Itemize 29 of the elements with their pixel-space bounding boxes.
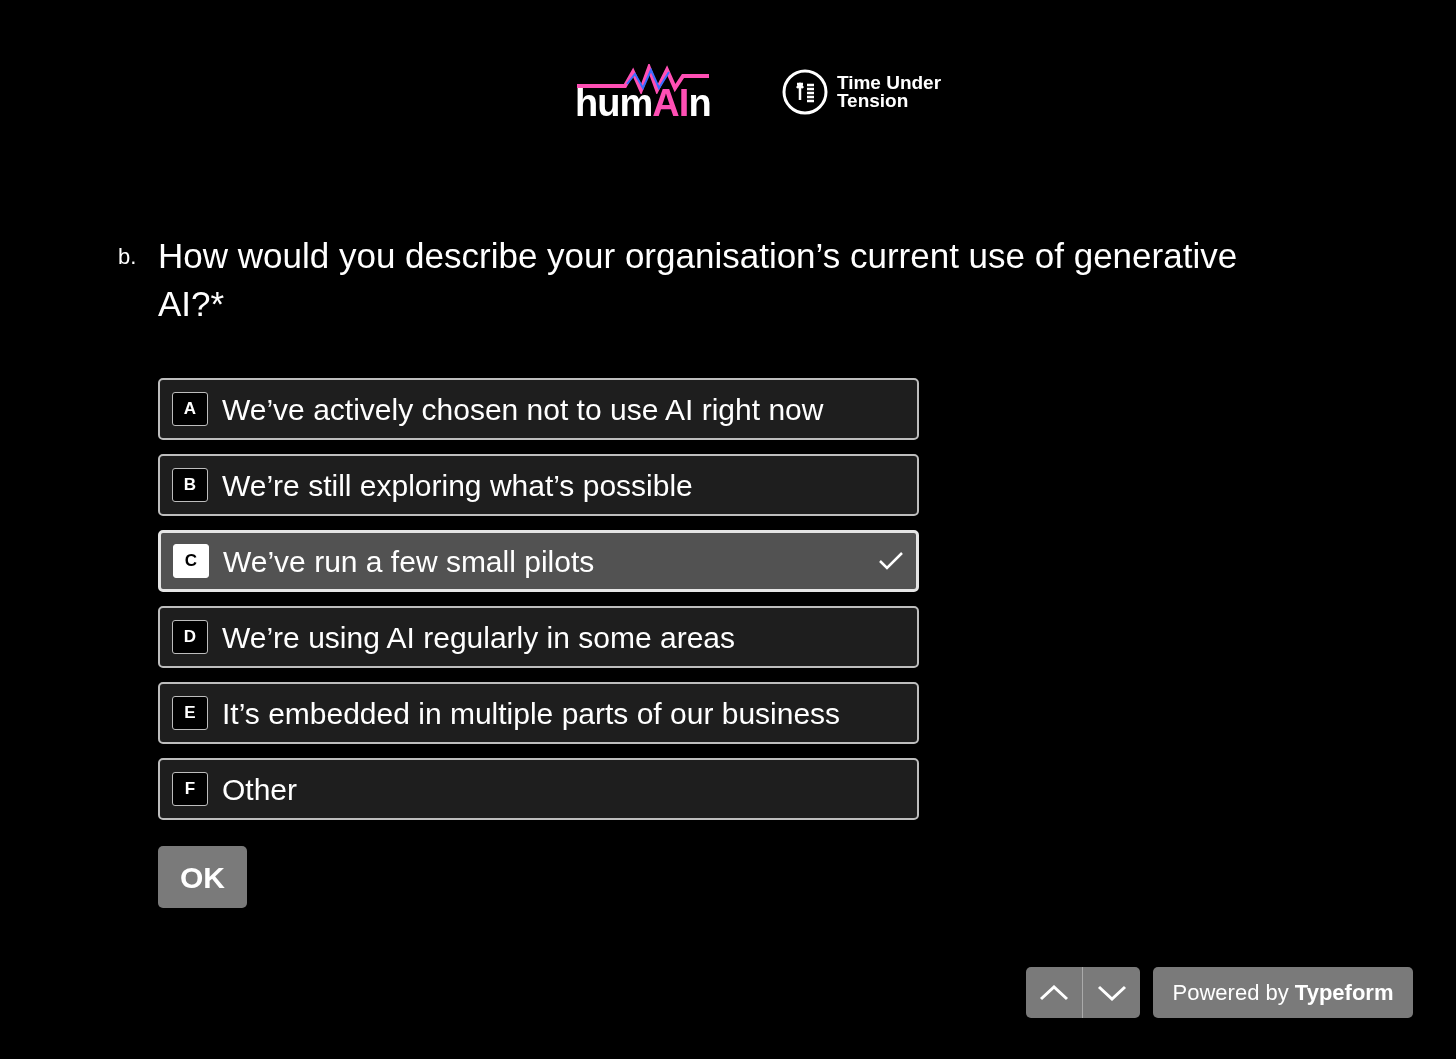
option-key: E (172, 696, 208, 730)
question-number: b. (118, 243, 138, 271)
powered-by-link[interactable]: Powered by Typeform (1153, 967, 1413, 1018)
check-icon (878, 551, 904, 571)
option-label: Other (222, 771, 299, 808)
option-label: We’ve run a few small pilots (223, 543, 596, 580)
option-label: We’ve actively chosen not to use AI right now (222, 391, 825, 428)
logo-wordmark: humAIn (574, 84, 711, 122)
option-label: It’s embedded in multiple parts of our business (222, 695, 842, 732)
chevron-down-icon (1096, 984, 1127, 1001)
answer-option[interactable]: B We’re still exploring what’s possible (158, 454, 919, 516)
logo-text: Time Under (836, 74, 942, 92)
answer-option[interactable]: A We’ve actively chosen not to use AI right now (158, 378, 919, 440)
answer-option[interactable]: C We’ve run a few small pilots (158, 530, 919, 592)
option-key: B (172, 468, 208, 502)
logo-text: Tension (836, 92, 910, 110)
option-label: We’re still exploring what’s possible (222, 467, 694, 504)
answer-option[interactable]: D We’re using AI regularly in some areas (158, 606, 919, 668)
spring-icon (780, 68, 829, 116)
option-key: A (172, 392, 208, 426)
option-key: F (172, 772, 208, 806)
chevron-up-icon (1039, 984, 1069, 1001)
ok-button[interactable]: OK (158, 846, 247, 908)
question-text: How would you describe your organisation’s current use of generative AI?* (158, 235, 1239, 325)
answer-option[interactable]: E It’s embedded in multiple parts of our business (158, 682, 919, 744)
answer-option[interactable]: F Other (158, 758, 919, 820)
option-key: C (173, 544, 209, 578)
option-key: D (172, 620, 208, 654)
option-label: We’re using AI regularly in some areas (222, 619, 737, 656)
